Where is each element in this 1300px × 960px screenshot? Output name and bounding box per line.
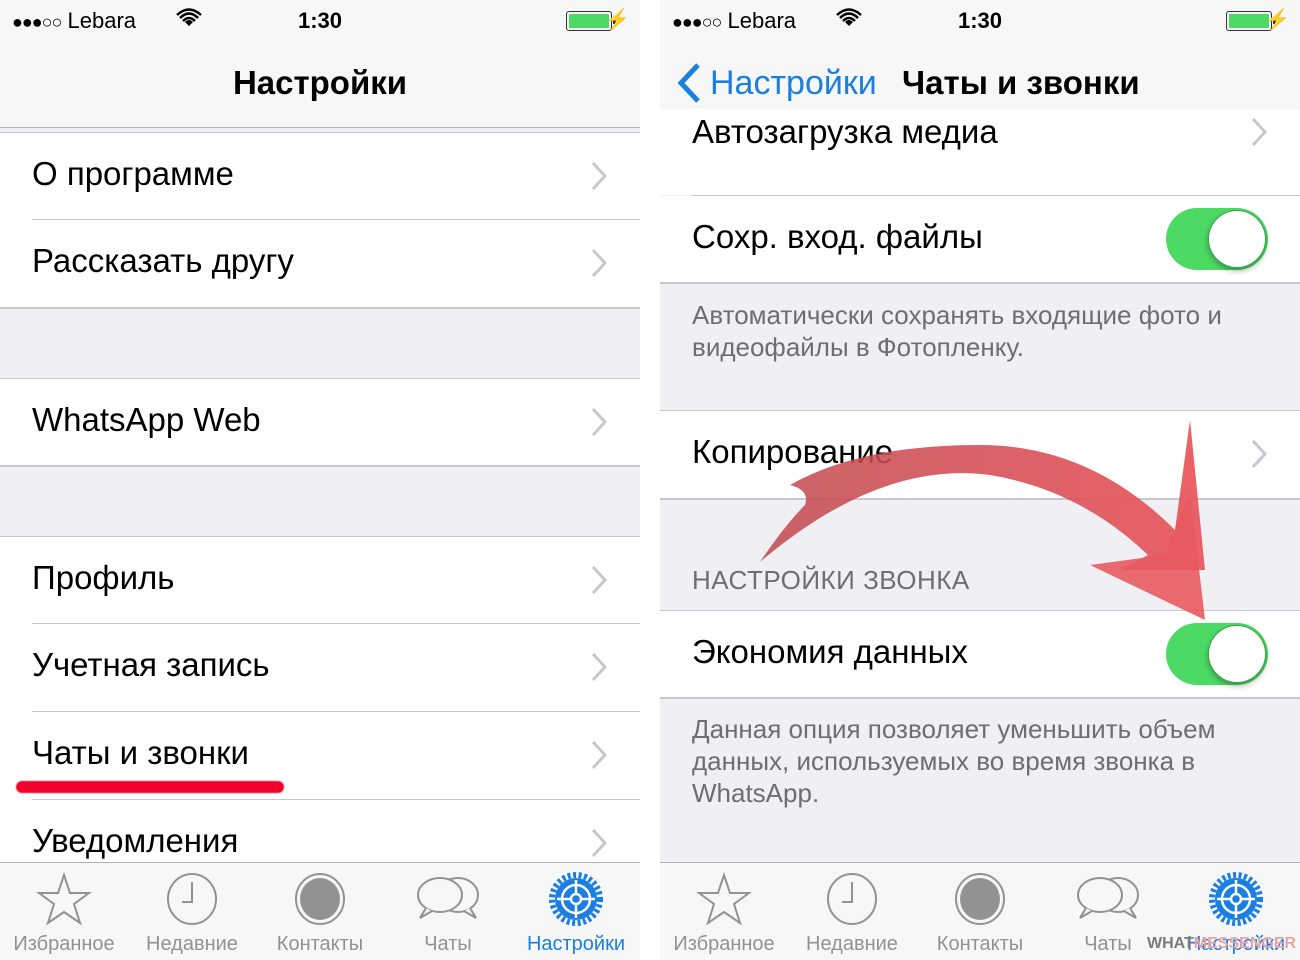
page-title: Настройки xyxy=(232,64,408,101)
navigation-bar: Настройки xyxy=(0,42,640,128)
chevron-right-icon xyxy=(591,161,608,191)
settings-row-account[interactable]: Учетная запись xyxy=(0,624,640,712)
tab-recents[interactable]: Недавние xyxy=(128,863,256,960)
settings-row-whatsapp-web[interactable]: WhatsApp Web xyxy=(0,379,640,467)
charging-icon: ⚡ xyxy=(1265,9,1290,31)
chat-bubbles-icon xyxy=(417,877,479,919)
tab-favorites[interactable]: Избранное xyxy=(660,863,788,960)
row-label: Учетная запись xyxy=(32,646,270,683)
row-label: Копирование xyxy=(692,433,894,470)
row-label: Автозагрузка медиа xyxy=(692,113,998,150)
settings-row-media-autodownload[interactable]: Автозагрузка медиа xyxy=(660,109,1300,195)
settings-row-save-incoming: Сохр. вход. файлы xyxy=(660,196,1300,282)
chevron-right-icon xyxy=(591,740,608,770)
carrier-name: Lebara xyxy=(67,8,137,33)
chevron-left-icon xyxy=(677,63,700,103)
charging-icon: ⚡ xyxy=(605,9,630,31)
clock-time: 1:30 xyxy=(958,8,1003,33)
settings-screen: ●●●○○ Lebara 1:30 ⚡ Настройки О программ… xyxy=(0,0,640,960)
settings-row-low-data-usage: Экономия данных xyxy=(660,611,1300,697)
chevron-right-icon xyxy=(1251,117,1268,147)
settings-row-tell-friend[interactable]: Рассказать другу xyxy=(0,220,640,308)
save-files-footer: Автоматически сохранять входящие фото и … xyxy=(692,300,1222,362)
star-icon xyxy=(36,872,92,926)
tab-bar: Избранное Недавние Контакты Чаты Настрой… xyxy=(0,862,640,960)
tab-label: Недавние xyxy=(806,933,898,955)
row-label: Экономия данных xyxy=(692,633,968,670)
carrier-name: Lebara xyxy=(727,8,797,33)
chevron-right-icon xyxy=(1251,439,1268,469)
contact-icon xyxy=(295,873,345,925)
settings-row-backup[interactable]: Копирование xyxy=(660,411,1300,498)
chats-calls-screen: ●●●○○ Lebara 1:30 ⚡ Настройки Чаты и зво… xyxy=(660,0,1300,960)
watermark: WHATMESSENGER xyxy=(1147,935,1297,952)
chat-settings-list: Автозагрузка медиа Сохр. вход. файлы Авт… xyxy=(660,109,1300,862)
row-label: Профиль xyxy=(32,559,175,596)
tab-label: Настройки xyxy=(526,933,626,955)
tab-label: Избранное xyxy=(673,933,775,955)
tab-label: Недавние xyxy=(146,933,238,955)
signal-strength-icon: ●●●○○ xyxy=(672,12,722,32)
tab-chats[interactable]: Чаты xyxy=(384,863,512,960)
status-bar: ●●●○○ Lebara 1:30 ⚡ xyxy=(660,0,1300,42)
chat-bubbles-icon xyxy=(1077,877,1139,919)
settings-row-profile[interactable]: Профиль xyxy=(0,537,640,625)
row-label: Рассказать другу xyxy=(32,242,294,279)
tab-settings[interactable]: Настройки xyxy=(512,863,640,960)
chevron-right-icon xyxy=(591,828,608,858)
highlight-underline xyxy=(16,781,284,793)
data-saving-footer: Данная опция позволяет уменьшить объем д… xyxy=(692,714,1216,808)
tab-label: Чаты xyxy=(424,933,472,955)
row-label: Сохр. вход. файлы xyxy=(692,218,983,255)
status-bar: ●●●○○ Lebara 1:30 ⚡ xyxy=(0,0,640,42)
tab-contacts[interactable]: Контакты xyxy=(916,863,1044,960)
signal-strength-icon: ●●●○○ xyxy=(12,12,62,32)
row-label: Чаты и звонки xyxy=(32,734,249,771)
contact-icon xyxy=(955,873,1005,925)
tab-label: Избранное xyxy=(13,933,115,955)
tab-label: Контакты xyxy=(276,933,364,955)
tab-recents[interactable]: Недавние xyxy=(788,863,916,960)
clock-icon xyxy=(167,873,217,925)
clock-icon xyxy=(827,873,877,925)
save-incoming-toggle[interactable] xyxy=(1166,208,1268,270)
tab-contacts[interactable]: Контакты xyxy=(256,863,384,960)
row-label: Уведомления xyxy=(32,822,239,859)
row-label: О программе xyxy=(32,155,234,192)
back-button[interactable]: Настройки xyxy=(676,62,877,104)
gear-icon xyxy=(1209,872,1263,926)
row-label: WhatsApp Web xyxy=(32,401,261,438)
page-title: Чаты и звонки xyxy=(902,64,1140,101)
chevron-right-icon xyxy=(591,652,608,682)
call-settings-header: НАСТРОЙКИ ЗВОНКА xyxy=(692,565,970,595)
wifi-icon xyxy=(836,8,862,34)
low-data-usage-toggle[interactable] xyxy=(1166,623,1268,685)
gear-icon xyxy=(549,872,603,926)
back-label: Настройки xyxy=(710,63,877,102)
settings-list: О программе Рассказать другу WhatsApp We… xyxy=(0,129,640,888)
chevron-right-icon xyxy=(591,248,608,278)
tab-label: Контакты xyxy=(936,933,1024,955)
chevron-right-icon xyxy=(591,407,608,437)
star-icon xyxy=(696,872,752,926)
tab-favorites[interactable]: Избранное xyxy=(0,863,128,960)
chevron-right-icon xyxy=(591,565,608,595)
clock-time: 1:30 xyxy=(298,8,343,33)
settings-row-about[interactable]: О программе xyxy=(0,133,640,221)
wifi-icon xyxy=(176,8,202,34)
